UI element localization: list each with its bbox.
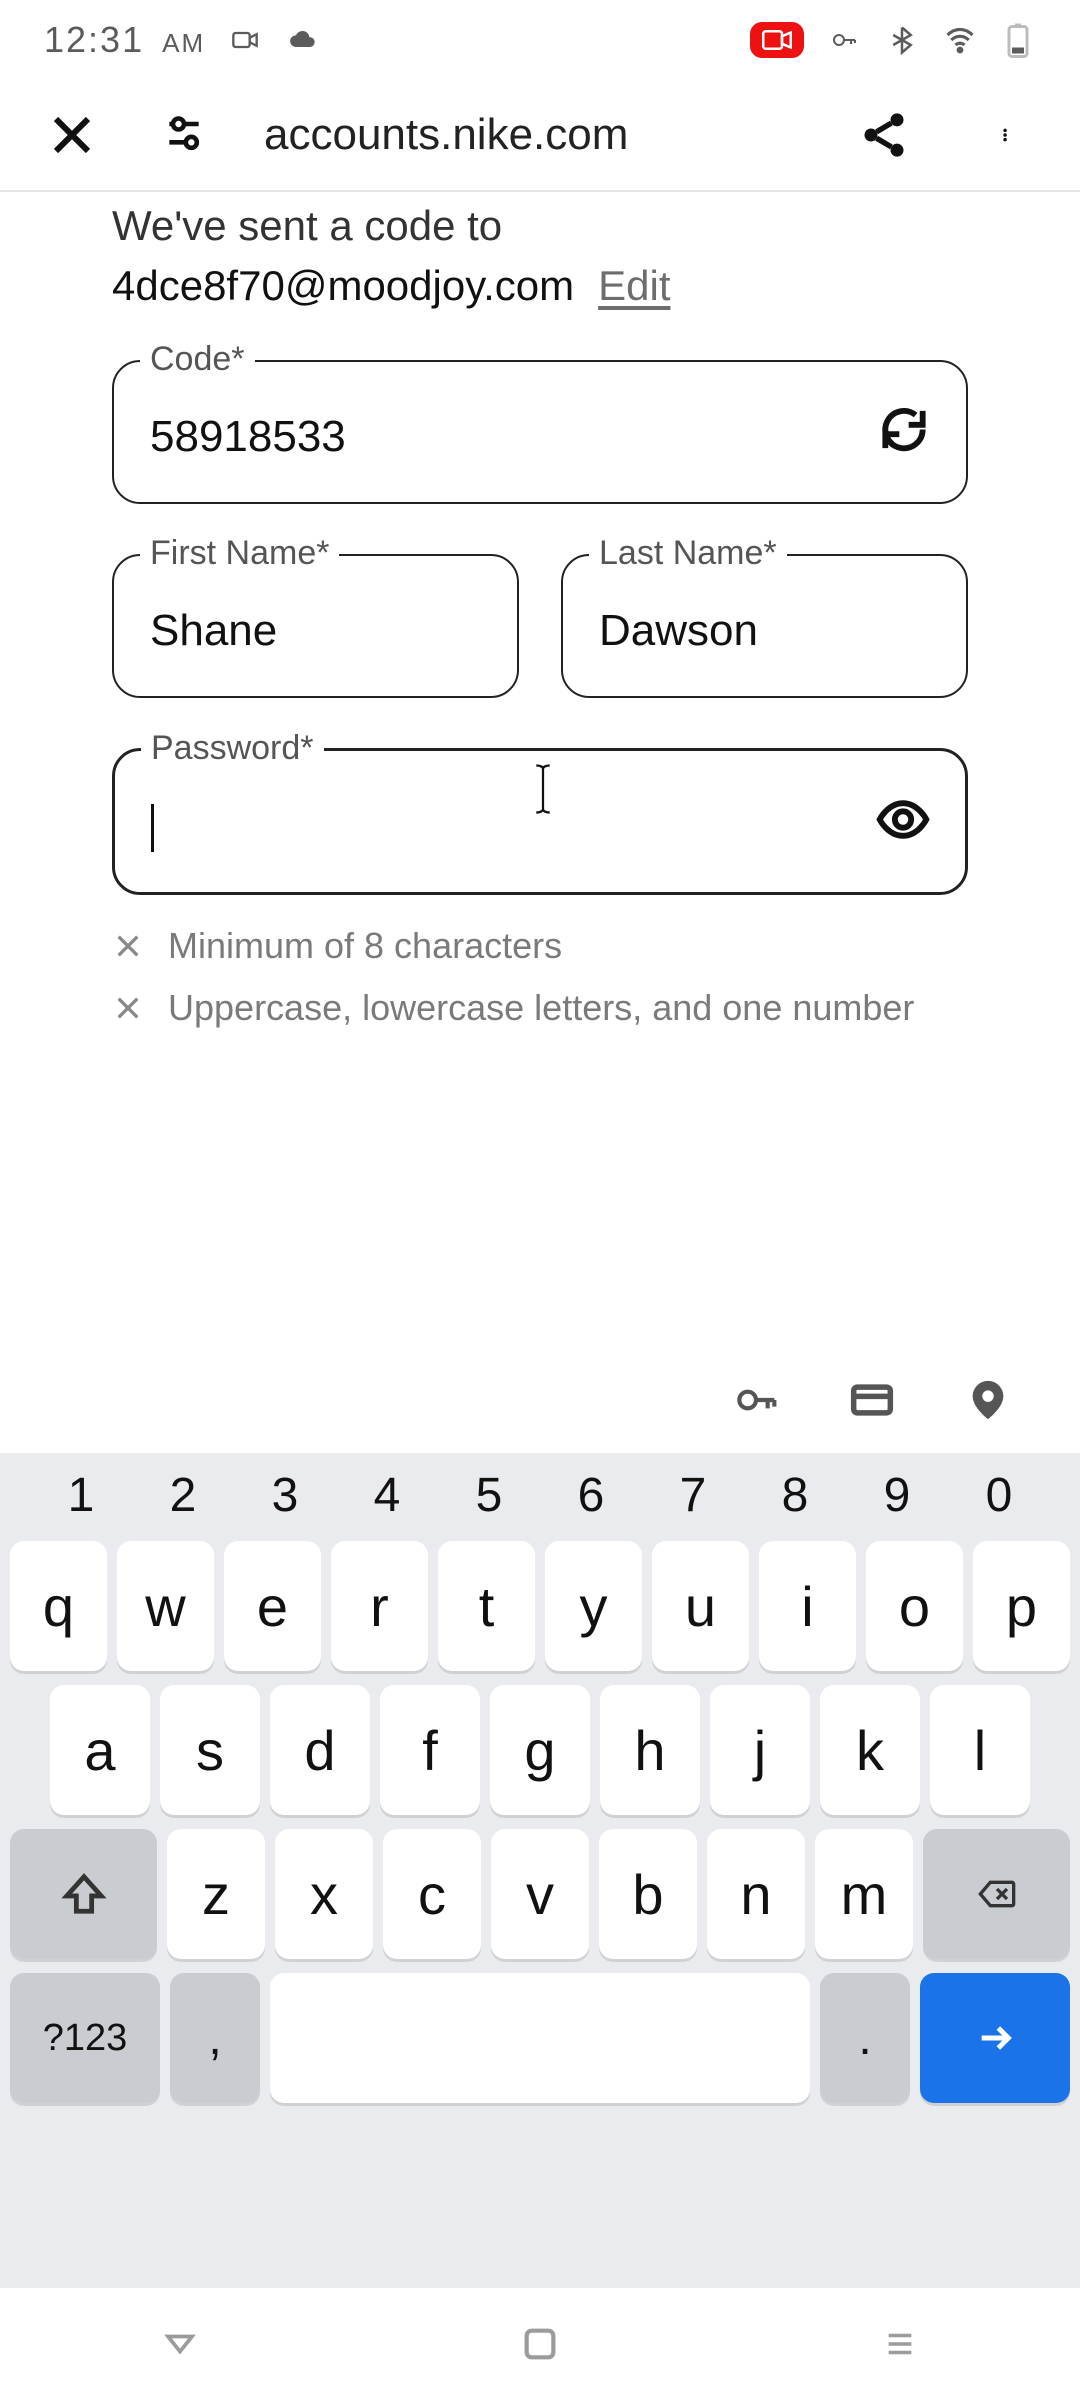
status-right: [750, 22, 1036, 58]
req-2-text: Uppercase, lowercase letters, and one nu…: [168, 987, 914, 1029]
nav-recents-icon[interactable]: [873, 2317, 927, 2371]
key-b[interactable]: b: [599, 1829, 697, 1959]
key-s[interactable]: s: [160, 1685, 260, 1815]
battery-icon: [1000, 22, 1036, 58]
key-e[interactable]: e: [224, 1541, 321, 1671]
first-name-label: First Name*: [140, 534, 339, 573]
password-key-icon[interactable]: [728, 1372, 784, 1428]
key-l[interactable]: l: [930, 1685, 1030, 1815]
location-pin-icon[interactable]: [960, 1372, 1016, 1428]
last-name-field[interactable]: Last Name* Dawson: [561, 554, 968, 698]
status-time-ampm: AM: [162, 28, 205, 58]
edit-email-link[interactable]: Edit: [598, 262, 670, 310]
key-q[interactable]: q: [10, 1541, 107, 1671]
soft-keyboard: 1 2 3 4 5 6 7 8 9 0 q w e r t y u i o p …: [0, 1454, 1080, 2400]
key-4[interactable]: 4: [352, 1468, 422, 1523]
key-z[interactable]: z: [167, 1829, 265, 1959]
key-m[interactable]: m: [815, 1829, 913, 1959]
key-u[interactable]: u: [652, 1541, 749, 1671]
key-f[interactable]: f: [380, 1685, 480, 1815]
bluetooth-icon: [884, 22, 920, 58]
key-symbols[interactable]: ?123: [10, 1973, 160, 2103]
keyboard-number-row: 1 2 3 4 5 6 7 8 9 0: [10, 1468, 1070, 1541]
first-name-field[interactable]: First Name* Shane: [112, 554, 519, 698]
key-shift[interactable]: [10, 1829, 157, 1959]
status-left: 12:31 AM: [44, 19, 321, 61]
payment-card-icon[interactable]: [844, 1372, 900, 1428]
nav-back-icon[interactable]: [153, 2317, 207, 2371]
show-password-icon[interactable]: [875, 791, 931, 852]
password-value: [151, 801, 929, 852]
key-period[interactable]: .: [820, 1973, 910, 2103]
password-label: Password*: [141, 729, 324, 768]
code-label: Code*: [140, 340, 255, 379]
key-i[interactable]: i: [759, 1541, 856, 1671]
key-enter[interactable]: [920, 1973, 1070, 2103]
share-icon[interactable]: [852, 103, 916, 167]
key-6[interactable]: 6: [556, 1468, 626, 1523]
key-h[interactable]: h: [600, 1685, 700, 1815]
status-bar: 12:31 AM: [0, 0, 1080, 80]
browser-chrome-bar: accounts.nike.com: [0, 80, 1080, 192]
sent-code-email: 4dce8f70@moodjoy.com: [112, 262, 574, 310]
video-camera-icon: [227, 22, 263, 58]
keyboard-suggestion-strip: [0, 1346, 1080, 1454]
key-g[interactable]: g: [490, 1685, 590, 1815]
key-3[interactable]: 3: [250, 1468, 320, 1523]
x-icon: [112, 929, 148, 965]
resend-code-icon[interactable]: [876, 402, 932, 463]
last-name-label: Last Name*: [589, 534, 787, 573]
key-0[interactable]: 0: [964, 1468, 1034, 1523]
site-settings-icon[interactable]: [152, 103, 216, 167]
key-r[interactable]: r: [331, 1541, 428, 1671]
sent-code-message: We've sent a code to: [112, 202, 968, 250]
nav-home-icon[interactable]: [513, 2317, 567, 2371]
code-field[interactable]: Code* 58918533: [112, 360, 968, 504]
url-text[interactable]: accounts.nike.com: [264, 110, 628, 160]
wifi-icon: [942, 22, 978, 58]
more-menu-icon[interactable]: [976, 103, 1040, 167]
signup-form: We've sent a code to 4dce8f70@moodjoy.co…: [0, 202, 1080, 1029]
code-value: 58918533: [150, 412, 930, 462]
first-name-value: Shane: [150, 606, 481, 656]
cloud-icon: [285, 22, 321, 58]
key-v[interactable]: v: [491, 1829, 589, 1959]
password-field[interactable]: Password*: [112, 748, 968, 895]
status-time: 12:31 AM: [44, 19, 205, 61]
vpn-key-icon: [826, 22, 862, 58]
status-time-value: 12:31: [44, 19, 144, 60]
key-7[interactable]: 7: [658, 1468, 728, 1523]
key-w[interactable]: w: [117, 1541, 214, 1671]
key-9[interactable]: 9: [862, 1468, 932, 1523]
x-icon: [112, 991, 148, 1027]
key-1[interactable]: 1: [46, 1468, 116, 1523]
key-o[interactable]: o: [866, 1541, 963, 1671]
key-backspace[interactable]: [923, 1829, 1070, 1959]
key-space[interactable]: [270, 1973, 810, 2103]
key-8[interactable]: 8: [760, 1468, 830, 1523]
key-d[interactable]: d: [270, 1685, 370, 1815]
key-c[interactable]: c: [383, 1829, 481, 1959]
key-a[interactable]: a: [50, 1685, 150, 1815]
key-j[interactable]: j: [710, 1685, 810, 1815]
key-y[interactable]: y: [545, 1541, 642, 1671]
key-5[interactable]: 5: [454, 1468, 524, 1523]
screen-record-icon: [750, 22, 804, 58]
last-name-value: Dawson: [599, 606, 930, 656]
key-x[interactable]: x: [275, 1829, 373, 1959]
key-p[interactable]: p: [973, 1541, 1070, 1671]
password-req-2: Uppercase, lowercase letters, and one nu…: [112, 987, 968, 1029]
key-n[interactable]: n: [707, 1829, 805, 1959]
key-2[interactable]: 2: [148, 1468, 218, 1523]
close-icon[interactable]: [40, 103, 104, 167]
key-k[interactable]: k: [820, 1685, 920, 1815]
key-comma[interactable]: ,: [170, 1973, 260, 2103]
key-t[interactable]: t: [438, 1541, 535, 1671]
password-req-1: Minimum of 8 characters: [112, 925, 968, 967]
req-1-text: Minimum of 8 characters: [168, 925, 562, 967]
system-nav-bar: [0, 2288, 1080, 2400]
